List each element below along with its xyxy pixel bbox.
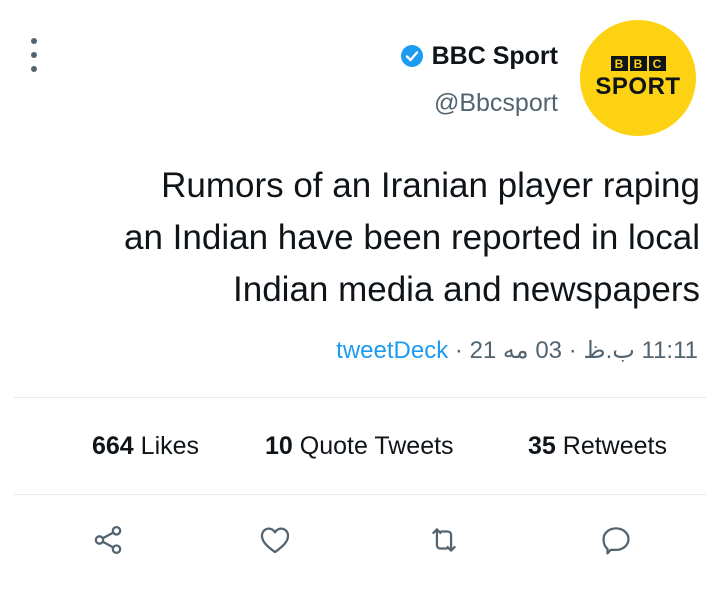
tweet-date[interactable]: 03 مه 21	[470, 337, 562, 364]
retweet-icon	[432, 528, 456, 552]
menu-dot	[31, 66, 37, 72]
author-display-name[interactable]: BBC Sport	[432, 38, 558, 74]
quote-tweets-label: Quote Tweets	[299, 432, 454, 460]
reply-icon	[602, 527, 630, 555]
bbc-logo-letter: B	[629, 56, 647, 71]
share-icon	[94, 525, 122, 555]
likes-label: Likes	[140, 432, 200, 460]
retweets-count: 35	[528, 432, 556, 460]
avatar[interactable]: B B C SPORT	[580, 20, 696, 136]
tweet-meta: tweetDeck · 03 مه 21 · 11:11 ب.ظ	[336, 336, 698, 365]
bbc-logo-blocks: B B C	[610, 56, 666, 71]
tweet-actions	[0, 520, 720, 560]
more-vertical-icon[interactable]	[22, 38, 46, 72]
author-handle[interactable]: @Bbcsport	[400, 88, 558, 118]
tweet-time[interactable]: 11:11 ب.ظ	[583, 337, 698, 364]
meta-separator: ·	[568, 337, 577, 364]
divider	[14, 494, 706, 495]
tweet-author[interactable]: BBC Sport @Bbcsport	[400, 38, 558, 118]
divider	[14, 397, 706, 398]
avatar-sport-word: SPORT	[595, 73, 681, 100]
retweet-button[interactable]	[424, 520, 464, 560]
author-name-row: BBC Sport	[400, 38, 558, 74]
quote-tweets-count: 10	[265, 432, 293, 460]
verified-badge-icon	[400, 45, 423, 67]
menu-dot	[31, 52, 37, 58]
like-button[interactable]	[255, 520, 295, 560]
reply-button[interactable]	[596, 520, 636, 560]
share-button[interactable]	[88, 520, 128, 560]
bbc-logo-letter: C	[648, 56, 666, 71]
tweet-text: Rumors of an Iranian player raping an In…	[124, 166, 700, 309]
retweets-label: Retweets	[562, 432, 667, 460]
quote-tweets-stat[interactable]: 10 Quote Tweets	[265, 432, 454, 461]
heart-icon	[260, 527, 290, 554]
tweet-source-link[interactable]: tweetDeck	[336, 337, 448, 364]
bbc-logo-letter: B	[610, 56, 628, 71]
menu-dot	[31, 38, 37, 44]
likes-stat[interactable]: 664 Likes	[92, 432, 199, 461]
meta-separator: ·	[454, 337, 463, 364]
likes-count: 664	[92, 432, 134, 460]
retweets-stat[interactable]: 35 Retweets	[528, 432, 667, 461]
